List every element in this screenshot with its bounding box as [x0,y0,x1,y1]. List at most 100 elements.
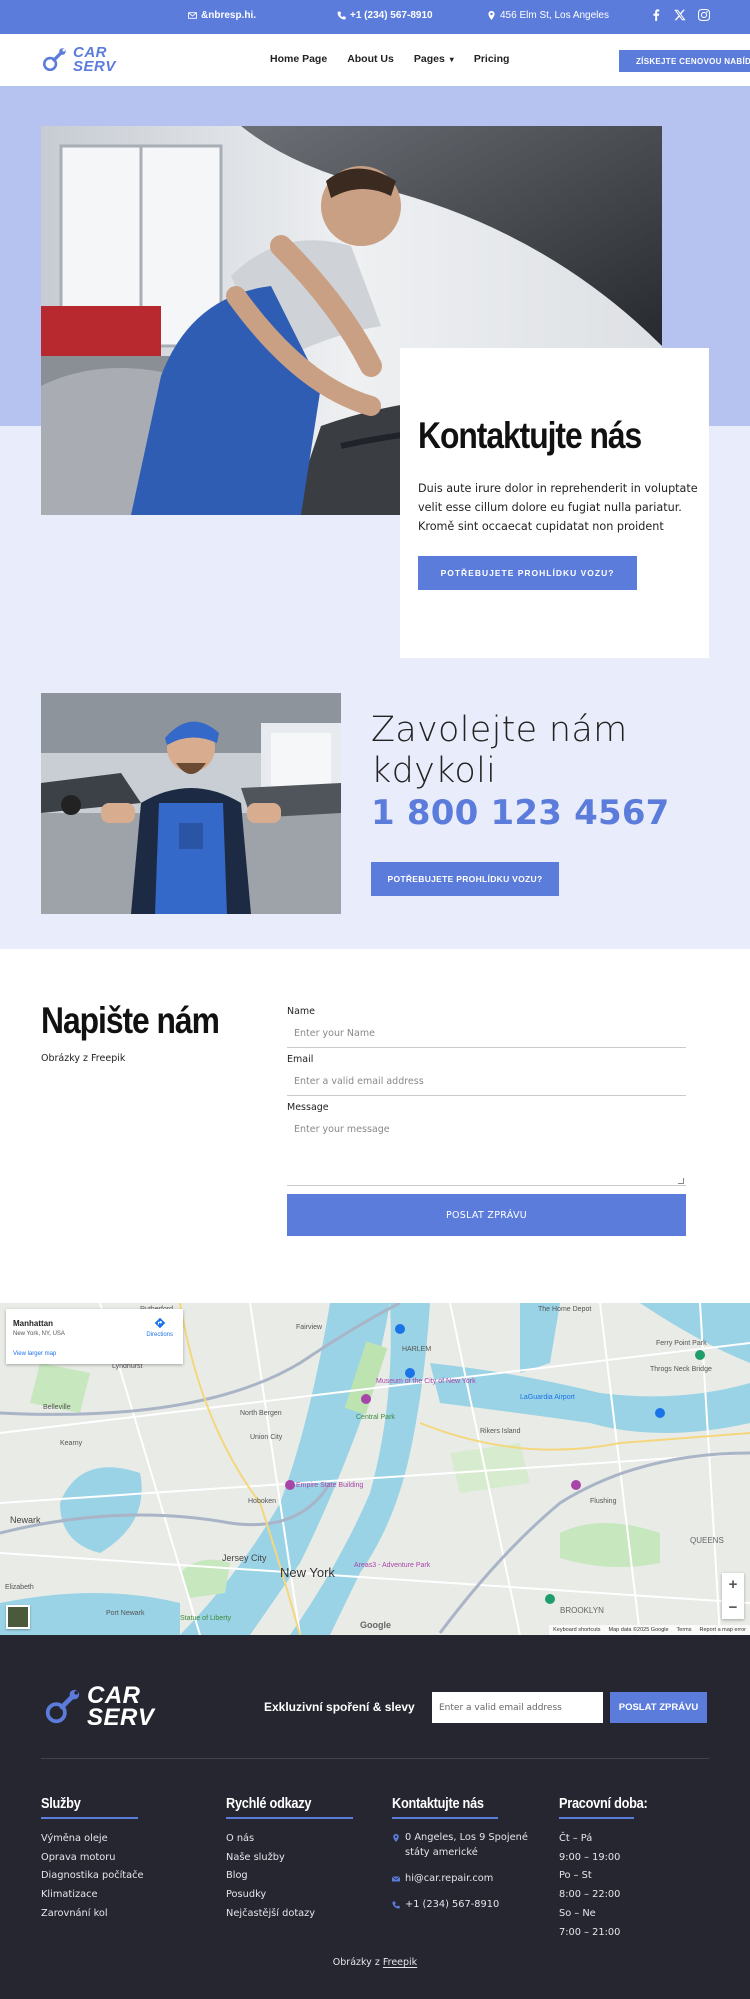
google-logo: Google [360,1620,391,1630]
smiling-mechanic-photo [41,693,341,914]
view-larger-map-link[interactable]: View larger map [13,1351,56,1357]
heading-underline [392,1817,498,1819]
heading-underline [559,1817,634,1819]
embedded-map[interactable]: Rutherford Fairview HARLEM The Home Depo… [0,1303,750,1635]
nav-item-pricing[interactable]: Pricing [474,53,510,65]
contact-form: Name Email Message POSLAT ZPRÁVU [287,1006,686,1236]
footer-heading: Kontaktujte nás [392,1796,484,1812]
newsletter-label: Exkluzivní spoření & slevy [264,1700,415,1714]
nav-item-label: About Us [347,53,394,65]
credit-prefix: Obrázky z [332,1957,380,1968]
map-label: The Home Depot [538,1306,591,1313]
wrench-logo-icon [42,47,66,71]
terms-link[interactable]: Terms [677,1627,692,1633]
inspection-button[interactable]: POTŘEBUJETE PROHLÍDKU VOZU? [418,556,637,590]
nav-item-home[interactable]: Home Page [270,53,327,65]
site-logo[interactable]: CAR SERV [41,45,116,73]
call-heading: Zavolejte nám kdykoli [371,710,628,792]
directions-icon [154,1317,165,1329]
footer-link[interactable]: Výměna oleje [41,1830,144,1849]
social-links [650,9,710,21]
call-heading-line-1: Zavolejte nám [371,710,628,750]
footer-divider [41,1758,709,1759]
send-message-button[interactable]: POSLAT ZPRÁVU [287,1194,686,1236]
footer-heading: Služby [41,1796,81,1812]
page-title: Kontaktujte nás [418,415,642,456]
map-label: Belleville [43,1404,71,1411]
nav-item-about[interactable]: About Us [347,53,394,65]
call-heading-line-2: kdykoli [371,751,497,791]
facebook-icon[interactable] [650,9,662,21]
envelope-icon [188,12,197,19]
resize-handle-icon[interactable] [678,1178,684,1184]
call-inspection-button[interactable]: POTŘEBUJETE PROHLÍDKU VOZU? [371,862,559,896]
main-nav: Home Page About Us Pages ▾ Pricing [270,53,529,65]
call-phone-number[interactable]: 1 800 123 4567 [371,793,670,833]
footer-link[interactable]: Oprava motoru [41,1849,144,1868]
map-label: Areas3 - Adventure Park [354,1562,431,1569]
message-field [287,1116,686,1186]
freepik-link[interactable]: Freepik [383,1957,417,1968]
map-label: Union City [250,1434,283,1441]
zoom-out-icon[interactable]: − [729,1599,738,1616]
footer-address-text: 0 Angeles, Los 9 Spojené státy americké [405,1832,528,1858]
footer-hours: Pracovní doba: Čt – Pá 9:00 – 19:00 Po –… [559,1796,660,1942]
map-label: Lyndhurst [112,1363,143,1370]
directions-label: Directions [146,1332,173,1338]
directions-button[interactable]: Directions [146,1317,173,1338]
x-icon[interactable] [674,9,686,21]
envelope-icon [392,1876,400,1882]
map-place-title: Manhattan [13,1319,53,1328]
footer-email[interactable]: hi@car.repair.com [392,1871,532,1886]
map-label: Kearny [60,1440,83,1447]
hours-line: So – Ne [559,1907,596,1919]
keyboard-shortcuts-link[interactable]: Keyboard shortcuts [553,1627,600,1633]
phone-icon [392,1901,400,1909]
newsletter-submit-button[interactable]: POSLAT ZPRÁVU [610,1692,707,1723]
name-label: Name [287,1006,316,1017]
name-input[interactable] [287,1020,686,1048]
instagram-icon[interactable] [698,9,710,21]
logo-wordmark: CAR SERV [73,45,116,73]
map-label: Central Park [356,1414,395,1421]
map-data-text: Map data ©2025 Google [608,1627,669,1633]
map-zoom-controls: + − [722,1573,744,1619]
site-header: CAR SERV Home Page About Us Pages ▾ Prici… [0,34,750,86]
footer-quick-links: Rychlé odkazy O nás Naše služby Blog Pos… [226,1796,353,1924]
footer-link[interactable]: Naše služby [226,1849,353,1868]
report-error-link[interactable]: Report a map error [700,1627,746,1633]
message-input[interactable] [287,1116,686,1186]
footer-link[interactable]: Blog [226,1867,353,1886]
map-layer-toggle[interactable] [6,1605,30,1629]
map-label: Museum of the City of New York [376,1378,476,1385]
site-footer: CAR SERV Exkluzivní spoření & slevy POSL… [0,1635,750,1999]
footer-link[interactable]: Klimatizace [41,1886,144,1905]
map-label: Port Newark [106,1610,145,1617]
top-bar: &nbresp.hi. +1 (234) 567-8910 456 Elm St… [0,0,750,34]
zoom-in-icon[interactable]: + [729,1576,738,1593]
nav-item-pages[interactable]: Pages ▾ [414,53,454,65]
topbar-phone[interactable]: +1 (234) 567-8910 [337,10,433,21]
footer-credit: Obrázky z Freepik [0,1957,750,1968]
email-label: Email [287,1054,314,1065]
topbar-email[interactable]: &nbresp.hi. [188,10,256,21]
map-label: North Bergen [240,1410,282,1417]
footer-link[interactable]: Posudky [226,1886,353,1905]
map-label: LaGuardia Airport [520,1394,575,1401]
topbar-address: 456 Elm St, Los Angeles [487,10,609,21]
get-quote-button[interactable]: ZÍSKEJTE CENOVOU NABÍDKU [619,50,750,72]
footer-link[interactable]: Zarovnání kol [41,1905,144,1924]
footer-phone[interactable]: +1 (234) 567-8910 [392,1897,532,1912]
footer-heading: Rychlé odkazy [226,1796,312,1812]
chevron-down-icon: ▾ [449,54,454,64]
hours-line: 8:00 – 22:00 [559,1889,621,1901]
map-label: BROOKLYN [560,1606,604,1615]
map-label: Fairview [296,1324,323,1331]
email-input[interactable] [287,1068,686,1096]
footer-link[interactable]: O nás [226,1830,353,1849]
footer-logo[interactable]: CAR SERV [43,1684,154,1729]
hours-line: Po – St [559,1870,592,1882]
newsletter-email-input[interactable] [432,1692,603,1723]
footer-link[interactable]: Nejčastější dotazy [226,1905,353,1924]
footer-link[interactable]: Diagnostika počítače [41,1867,144,1886]
